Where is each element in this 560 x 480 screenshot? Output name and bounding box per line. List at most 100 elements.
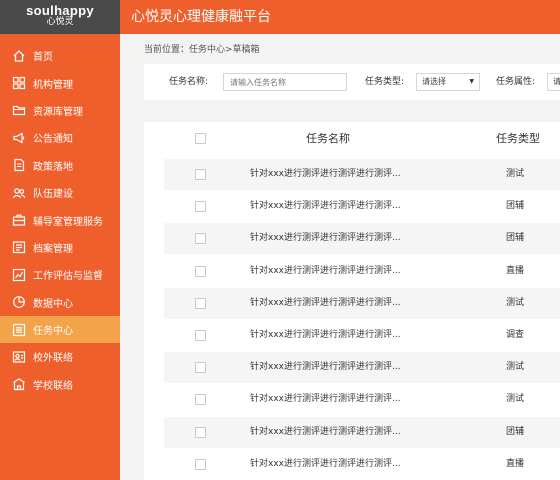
sidebar-item-label: 机构管理 bbox=[33, 79, 73, 91]
task-type-cell: 测试 bbox=[506, 362, 525, 373]
task-name-cell[interactable]: 针对xxx进行测评进行测评进行测评... bbox=[250, 417, 401, 448]
school-icon bbox=[12, 377, 26, 391]
table-row[interactable]: 针对xxx进行测评进行测评进行测评... 直播 bbox=[164, 449, 560, 480]
sidebar-item-school[interactable]: 学校联络 bbox=[0, 371, 120, 398]
task-name-input[interactable] bbox=[223, 73, 347, 91]
table-row[interactable]: 针对xxx进行测评进行测评进行测评... 测试 bbox=[164, 159, 560, 190]
task-type-cell: 直播 bbox=[506, 458, 525, 469]
task-name-label: 任务名称: bbox=[169, 77, 209, 87]
table-header: 任务名称 任务类型 bbox=[144, 122, 560, 155]
sidebar-item-label: 校外联络 bbox=[33, 353, 73, 365]
task-type-cell: 团辅 bbox=[506, 426, 525, 437]
sidebar-item-tasks[interactable]: 任务中心 bbox=[0, 315, 120, 344]
sidebar-item-policy[interactable]: 政策落地 bbox=[0, 152, 120, 179]
task-attribute-select-value: 请 bbox=[553, 77, 560, 86]
team-icon bbox=[12, 186, 26, 200]
row-checkbox[interactable] bbox=[195, 265, 206, 277]
row-checkbox[interactable] bbox=[195, 169, 206, 180]
sidebar-item-label: 辅导室管理服务 bbox=[33, 216, 103, 228]
task-name-cell[interactable]: 针对xxx进行测评进行测评进行测评... bbox=[250, 288, 401, 319]
table-row[interactable]: 针对xxx进行测评进行测评进行测评... 团辅 bbox=[164, 191, 560, 222]
task-name-cell[interactable]: 针对xxx进行测评进行测评进行测评... bbox=[250, 449, 401, 480]
sidebar: 首页机构管理资源库管理公告通知政策落地队伍建设辅导室管理服务 档案管理工作评估与监… bbox=[0, 34, 120, 480]
sidebar-item-external[interactable]: 校外联络 bbox=[0, 343, 120, 370]
task-type-cell: 团辅 bbox=[506, 201, 525, 212]
table-row[interactable]: 针对xxx进行测评进行测评进行测评... 调查 bbox=[164, 320, 560, 351]
sidebar-item-org[interactable]: 机构管理 bbox=[0, 69, 120, 96]
task-name-cell[interactable]: 针对xxx进行测评进行测评进行测评... bbox=[250, 159, 401, 190]
sidebar-item-label: 数据中心 bbox=[33, 298, 73, 310]
filter-bar: 任务名称: 任务类型: 请选择 ▼ 任务属性: 请 bbox=[144, 64, 560, 100]
row-checkbox[interactable] bbox=[195, 426, 206, 438]
sidebar-item-label: 资源库管理 bbox=[33, 106, 83, 118]
sidebar-item-label: 公告通知 bbox=[33, 134, 73, 146]
pie-chart-icon bbox=[12, 295, 26, 309]
document-icon bbox=[12, 158, 26, 172]
logo-text: soulhappy bbox=[26, 3, 94, 18]
chart-icon bbox=[12, 268, 26, 282]
top-bar: soulhappy 心悦灵 心悦灵心理健康融平台 bbox=[0, 0, 560, 34]
task-attribute-select[interactable]: 请 bbox=[547, 73, 560, 91]
sidebar-item-evaluation[interactable]: 工作评估与监督 bbox=[0, 261, 120, 288]
sidebar-item-archive[interactable]: 档案管理 bbox=[0, 234, 120, 261]
task-name-cell[interactable]: 针对xxx进行测评进行测评进行测评... bbox=[250, 384, 401, 415]
sidebar-item-label: 工作评估与监督 bbox=[33, 271, 103, 283]
table-row[interactable]: 针对xxx进行测评进行测评进行测评... 直播 bbox=[164, 256, 560, 287]
table-row[interactable]: 针对xxx进行测评进行测评进行测评... 测试 bbox=[164, 287, 560, 319]
row-checkbox[interactable] bbox=[195, 458, 206, 470]
sidebar-item-label: 首页 bbox=[33, 52, 53, 64]
task-type-cell: 测试 bbox=[506, 394, 525, 405]
table-row[interactable]: 针对xxx进行测评进行测评进行测评... 团辅 bbox=[164, 416, 560, 448]
list-icon bbox=[12, 323, 26, 337]
row-checkbox[interactable] bbox=[195, 362, 206, 374]
row-checkbox[interactable] bbox=[195, 394, 206, 406]
contact-icon bbox=[12, 350, 26, 364]
task-name-cell[interactable]: 针对xxx进行测评进行测评进行测评... bbox=[250, 320, 401, 351]
home-icon bbox=[12, 49, 26, 63]
table-row[interactable]: 针对xxx进行测评进行测评进行测评... 团辅 bbox=[164, 223, 560, 255]
task-type-cell: 测试 bbox=[506, 169, 525, 179]
breadcrumb: 当前位置：任务中心>草稿箱 bbox=[144, 45, 260, 55]
table-row[interactable]: 针对xxx进行测评进行测评进行测评... 测试 bbox=[164, 352, 560, 384]
main-content: 当前位置：任务中心>草稿箱 任务名称: 任务类型: 请选择 ▼ 任务属性: 请 … bbox=[120, 34, 560, 480]
grid-icon bbox=[12, 76, 26, 90]
app-title: 心悦灵心理健康融平台 bbox=[131, 9, 271, 25]
task-type-label: 任务类型: bbox=[365, 77, 405, 87]
task-name-cell[interactable]: 针对xxx进行测评进行测评进行测评... bbox=[250, 352, 401, 383]
task-type-cell: 测试 bbox=[506, 297, 525, 308]
sidebar-item-counseling[interactable]: 辅导室管理服务 bbox=[0, 206, 120, 233]
sidebar-item-label: 任务中心 bbox=[33, 326, 73, 338]
sidebar-item-label: 队伍建设 bbox=[33, 189, 73, 201]
task-name-cell[interactable]: 针对xxx进行测评进行测评进行测评... bbox=[250, 191, 401, 222]
task-type-cell: 调查 bbox=[506, 330, 525, 340]
archive-icon bbox=[12, 240, 26, 254]
column-header-task-name: 任务名称 bbox=[306, 132, 350, 145]
megaphone-icon bbox=[12, 131, 26, 145]
sidebar-item-label: 学校联络 bbox=[33, 380, 73, 392]
sidebar-item-data[interactable]: 数据中心 bbox=[0, 289, 120, 316]
sidebar-item-label: 档案管理 bbox=[33, 243, 73, 255]
row-checkbox[interactable] bbox=[195, 297, 206, 309]
task-name-cell[interactable]: 针对xxx进行测评进行测评进行测评... bbox=[250, 223, 401, 254]
task-type-cell: 团辅 bbox=[506, 233, 525, 244]
logo[interactable]: soulhappy 心悦灵 bbox=[0, 0, 120, 34]
logo-subtext: 心悦灵 bbox=[46, 17, 74, 27]
row-checkbox[interactable] bbox=[195, 330, 206, 341]
sidebar-item-resources[interactable]: 资源库管理 bbox=[0, 97, 120, 124]
chevron-down-icon: ▼ bbox=[469, 78, 474, 85]
sidebar-item-notices[interactable]: 公告通知 bbox=[0, 124, 120, 151]
select-all-checkbox[interactable] bbox=[195, 133, 206, 144]
task-type-select[interactable]: 请选择 ▼ bbox=[416, 73, 480, 91]
column-header-task-type: 任务类型 bbox=[496, 132, 540, 145]
row-checkbox[interactable] bbox=[195, 233, 206, 245]
sidebar-item-label: 政策落地 bbox=[33, 161, 73, 173]
folder-icon bbox=[12, 103, 26, 117]
task-type-cell: 直播 bbox=[506, 265, 525, 276]
task-type-select-value: 请选择 bbox=[422, 77, 446, 86]
task-name-cell[interactable]: 针对xxx进行测评进行测评进行测评... bbox=[250, 256, 401, 287]
briefcase-icon bbox=[12, 213, 26, 227]
sidebar-item-team[interactable]: 队伍建设 bbox=[0, 179, 120, 206]
sidebar-item-home[interactable]: 首页 bbox=[0, 42, 120, 69]
table-row[interactable]: 针对xxx进行测评进行测评进行测评... 测试 bbox=[164, 384, 560, 415]
row-checkbox[interactable] bbox=[195, 201, 206, 213]
